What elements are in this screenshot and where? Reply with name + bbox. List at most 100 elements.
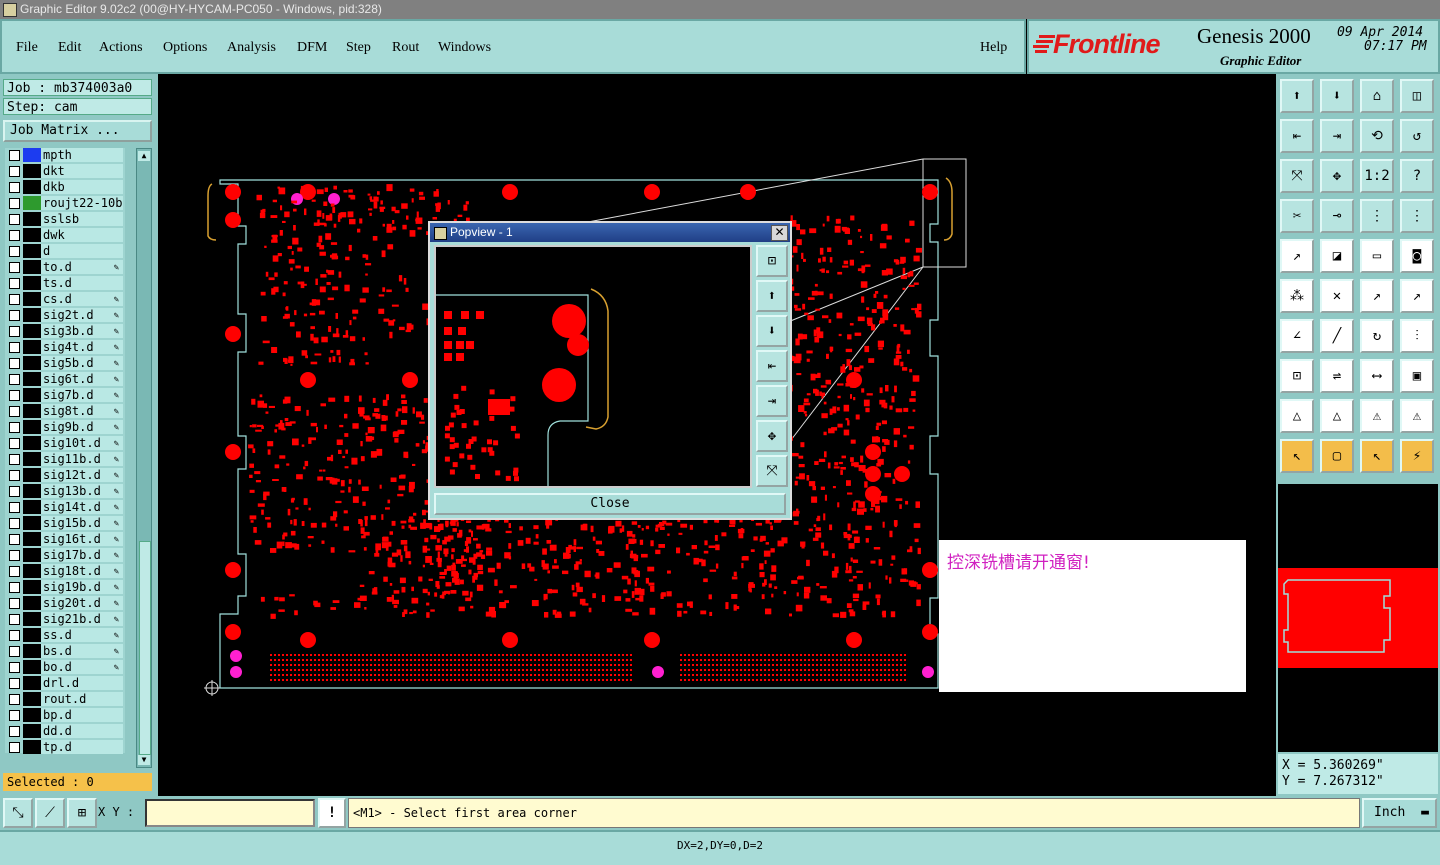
menu-actions[interactable]: Actions bbox=[99, 40, 143, 56]
tool-button[interactable]: ▭ bbox=[1360, 239, 1394, 273]
tool-button[interactable]: ⤧ bbox=[1280, 159, 1314, 193]
tool-button[interactable]: △ bbox=[1320, 399, 1354, 433]
layer-checkbox[interactable] bbox=[9, 390, 20, 401]
layer-checkbox[interactable] bbox=[9, 182, 20, 193]
tool-button[interactable]: ◙ bbox=[1400, 239, 1434, 273]
tool-button[interactable]: ⟷ bbox=[1360, 359, 1394, 393]
layer-checkbox[interactable] bbox=[9, 550, 20, 561]
measure-button[interactable]: ⟋ bbox=[35, 798, 65, 828]
tool-button[interactable]: △ bbox=[1280, 399, 1314, 433]
layer-name[interactable]: rout.d bbox=[41, 692, 123, 706]
layer-name[interactable]: dkt bbox=[41, 164, 123, 178]
layer-name[interactable]: sig9b.d ✎ bbox=[41, 420, 123, 434]
tool-button[interactable]: ╱ bbox=[1320, 319, 1354, 353]
layer-checkbox[interactable] bbox=[9, 454, 20, 465]
tool-button[interactable]: ∠ bbox=[1280, 319, 1314, 353]
layer-checkbox[interactable] bbox=[9, 406, 20, 417]
layer-row[interactable]: sig17b.d ✎ bbox=[5, 548, 125, 564]
layer-row[interactable]: sig9b.d ✎ bbox=[5, 420, 125, 436]
layer-row[interactable]: sig8t.d ✎ bbox=[5, 404, 125, 420]
tool-button[interactable]: ✥ bbox=[1320, 159, 1354, 193]
scroll-up-icon[interactable]: ▲ bbox=[138, 151, 150, 161]
layer-name[interactable]: dwk bbox=[41, 228, 123, 242]
layer-checkbox[interactable] bbox=[9, 662, 20, 673]
layer-name[interactable]: sig20t.d ✎ bbox=[41, 596, 123, 610]
layer-checkbox[interactable] bbox=[9, 262, 20, 273]
layer-checkbox[interactable] bbox=[9, 502, 20, 513]
layer-checkbox[interactable] bbox=[9, 566, 20, 577]
tool-button[interactable]: ↖ bbox=[1280, 439, 1314, 473]
layer-checkbox[interactable] bbox=[9, 598, 20, 609]
popview-nav-button[interactable]: ⇥ bbox=[756, 385, 788, 417]
unit-selector[interactable]: Inch ▬ bbox=[1362, 798, 1437, 828]
layer-name[interactable]: sslsb bbox=[41, 212, 123, 226]
layer-checkbox[interactable] bbox=[9, 358, 20, 369]
layer-name[interactable]: sig14t.d ✎ bbox=[41, 500, 123, 514]
layer-row[interactable]: to.d ✎ bbox=[5, 260, 125, 276]
layer-row[interactable]: sig2t.d ✎ bbox=[5, 308, 125, 324]
tool-button[interactable]: ✂ bbox=[1280, 199, 1314, 233]
layer-row[interactable]: dwk bbox=[5, 228, 125, 244]
layer-name[interactable]: bs.d ✎ bbox=[41, 644, 123, 658]
menu-step[interactable]: Step bbox=[346, 40, 371, 56]
layer-checkbox[interactable] bbox=[9, 278, 20, 289]
layer-row[interactable]: sig4t.d ✎ bbox=[5, 340, 125, 356]
layer-checkbox[interactable] bbox=[9, 246, 20, 257]
popview-close-icon[interactable]: ✕ bbox=[771, 225, 788, 241]
layer-row[interactable]: sig11b.d ✎ bbox=[5, 452, 125, 468]
tool-button[interactable]: ⬆ bbox=[1280, 79, 1314, 113]
popview-nav-button[interactable]: ⊡ bbox=[756, 245, 788, 277]
popview-nav-button[interactable]: ⬇ bbox=[756, 315, 788, 347]
tool-button[interactable]: ▢ bbox=[1320, 439, 1354, 473]
tool-button[interactable]: ? bbox=[1400, 159, 1434, 193]
layer-name[interactable]: sig18t.d ✎ bbox=[41, 564, 123, 578]
layer-checkbox[interactable] bbox=[9, 198, 20, 209]
layer-row[interactable]: dkt bbox=[5, 164, 125, 180]
layer-row[interactable]: rout.d bbox=[5, 692, 125, 708]
layer-checkbox[interactable] bbox=[9, 694, 20, 705]
layer-checkbox[interactable] bbox=[9, 374, 20, 385]
layer-checkbox[interactable] bbox=[9, 726, 20, 737]
layer-checkbox[interactable] bbox=[9, 742, 20, 753]
layer-row[interactable]: sig19b.d ✎ bbox=[5, 580, 125, 596]
layer-row[interactable]: bs.d ✎ bbox=[5, 644, 125, 660]
layer-name[interactable]: sig8t.d ✎ bbox=[41, 404, 123, 418]
layer-checkbox[interactable] bbox=[9, 614, 20, 625]
layer-row[interactable]: sig7b.d ✎ bbox=[5, 388, 125, 404]
tool-button[interactable]: ◫ bbox=[1400, 79, 1434, 113]
layer-row[interactable]: d bbox=[5, 244, 125, 260]
xy-input[interactable] bbox=[145, 799, 315, 827]
overview-map[interactable] bbox=[1278, 484, 1438, 752]
layer-checkbox[interactable] bbox=[9, 150, 20, 161]
tool-button[interactable]: ⇥ bbox=[1320, 119, 1354, 153]
layer-name[interactable]: sig10t.d ✎ bbox=[41, 436, 123, 450]
layer-row[interactable]: sig14t.d ✎ bbox=[5, 500, 125, 516]
layer-checkbox[interactable] bbox=[9, 518, 20, 529]
layer-row[interactable]: sig12t.d ✎ bbox=[5, 468, 125, 484]
layer-row[interactable]: sig3b.d ✎ bbox=[5, 324, 125, 340]
layer-row[interactable]: sig18t.d ✎ bbox=[5, 564, 125, 580]
layer-row[interactable]: drl.d bbox=[5, 676, 125, 692]
tool-button[interactable]: ↺ bbox=[1400, 119, 1434, 153]
layer-name[interactable]: sig21b.d ✎ bbox=[41, 612, 123, 626]
tool-button[interactable]: ⇌ bbox=[1320, 359, 1354, 393]
layer-name[interactable]: sig11b.d ✎ bbox=[41, 452, 123, 466]
popview-nav-button[interactable]: ⬆ bbox=[756, 280, 788, 312]
layer-row[interactable]: sig20t.d ✎ bbox=[5, 596, 125, 612]
layer-name[interactable]: sig19b.d ✎ bbox=[41, 580, 123, 594]
layer-checkbox[interactable] bbox=[9, 342, 20, 353]
tool-button[interactable]: ⋮ bbox=[1360, 199, 1394, 233]
layer-checkbox[interactable] bbox=[9, 470, 20, 481]
layer-list-scrollbar[interactable]: ▲ ▼ bbox=[136, 148, 152, 768]
popview-nav-button[interactable]: ⤧ bbox=[756, 455, 788, 487]
layer-name[interactable]: sig5b.d ✎ bbox=[41, 356, 123, 370]
layer-checkbox[interactable] bbox=[9, 630, 20, 641]
layer-row[interactable]: sig5b.d ✎ bbox=[5, 356, 125, 372]
layer-name[interactable]: d bbox=[41, 244, 123, 258]
tool-button[interactable]: ⊡ bbox=[1280, 359, 1314, 393]
layer-checkbox[interactable] bbox=[9, 678, 20, 689]
layer-name[interactable]: sig6t.d ✎ bbox=[41, 372, 123, 386]
layer-row[interactable]: sslsb bbox=[5, 212, 125, 228]
tool-button[interactable]: ✕ bbox=[1320, 279, 1354, 313]
tool-button[interactable]: ↖ bbox=[1360, 439, 1394, 473]
